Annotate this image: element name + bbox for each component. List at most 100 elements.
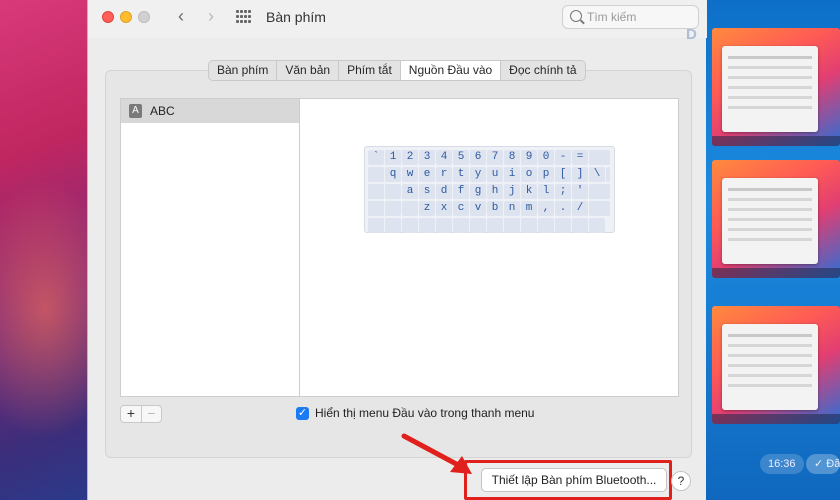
keyboard-key-blank: . — [368, 184, 384, 199]
keyboard-key-blank: . — [572, 218, 588, 233]
keyboard-layout-preview: `1234567890-=.qwertyuiop[]\..asdfghjkl;'… — [364, 146, 615, 233]
keyboard-preferences-window: ‹ › Bàn phím A ABC `1234567890-=.qwertyu… — [87, 0, 707, 500]
keyboard-key: h — [487, 184, 503, 199]
keyboard-key: 1 — [385, 150, 401, 165]
close-window-button[interactable] — [102, 11, 114, 23]
keyboard-preview-pane: `1234567890-=.qwertyuiop[]\..asdfghjkl;'… — [299, 98, 679, 397]
keyboard-key: t — [453, 167, 469, 182]
keyboard-key-blank — [589, 150, 610, 165]
setup-bluetooth-keyboard-button[interactable]: Thiết lập Bàn phím Bluetooth... — [481, 468, 667, 492]
background-thumbnail — [712, 28, 840, 146]
keyboard-key: 2 — [402, 150, 418, 165]
keyboard-key: 6 — [470, 150, 486, 165]
keyboard-key-blank: . — [555, 218, 571, 233]
keyboard-key: j — [504, 184, 520, 199]
search-field[interactable] — [562, 5, 699, 29]
keyboard-key: f — [453, 184, 469, 199]
keyboard-key: 5 — [453, 150, 469, 165]
keyboard-key-blank: . — [402, 201, 418, 216]
input-source-list[interactable]: A ABC — [120, 98, 300, 397]
keyboard-key: d — [436, 184, 452, 199]
keyboard-key-blank: . — [521, 218, 537, 233]
forward-chevron-icon[interactable]: › — [200, 7, 222, 27]
chat-status-badge: ✓ Đã — [806, 454, 840, 474]
background-thumbnail — [712, 306, 840, 424]
tab-input-sources[interactable]: Nguồn Đầu vào — [400, 61, 502, 80]
keyboard-key: o — [521, 167, 537, 182]
search-input[interactable] — [587, 8, 695, 26]
keyboard-key: y — [470, 167, 486, 182]
chat-time-badge: 16:36 — [760, 454, 804, 474]
keyboard-key: i — [504, 167, 520, 182]
keyboard-key: g — [470, 184, 486, 199]
keyboard-key: 9 — [521, 150, 537, 165]
window-title: Bàn phím — [266, 9, 326, 25]
keyboard-key: . — [555, 201, 571, 216]
tab-bar: Bàn phím Văn bản Phím tắt Nguồn Đầu vào … — [208, 60, 586, 81]
keyboard-key: ; — [555, 184, 571, 199]
tab-shortcuts[interactable]: Phím tắt — [339, 61, 401, 80]
keyboard-key: k — [521, 184, 537, 199]
tab-dictation[interactable]: Đọc chính tả — [501, 61, 584, 80]
keyboard-key-blank: . — [385, 201, 401, 216]
tab-keyboard[interactable]: Bàn phím — [209, 61, 278, 80]
keyboard-key: q — [385, 167, 401, 182]
background-thumbnail — [712, 160, 840, 278]
zoom-window-button[interactable] — [138, 11, 150, 23]
keyboard-key: a — [402, 184, 418, 199]
input-source-label: ABC — [150, 104, 175, 118]
keyboard-key-blank: . — [368, 201, 384, 216]
keyboard-key: n — [504, 201, 520, 216]
help-button[interactable]: ? — [671, 471, 691, 491]
keyboard-row: ` 1 2 3 4 5 6 7 8 9 0- = — [368, 150, 611, 166]
keyboard-key-blank: . — [470, 218, 486, 233]
minimize-window-button[interactable] — [120, 11, 132, 23]
show-all-grid-icon[interactable] — [236, 10, 252, 24]
keyboard-key: e — [419, 167, 435, 182]
keyboard-key: m — [521, 201, 537, 216]
keyboard-key-blank: . — [402, 218, 418, 233]
show-input-menu-checkbox[interactable]: ✓ — [296, 407, 309, 420]
keyboard-key: p — [538, 167, 554, 182]
add-input-source-button[interactable]: + — [121, 406, 141, 422]
keyboard-key: ] — [572, 167, 588, 182]
keyboard-key: 4 — [436, 150, 452, 165]
keyboard-key: 0 — [538, 150, 554, 165]
input-sources-panel: A ABC `1234567890-=.qwertyuiop[]\..asdfg… — [105, 70, 692, 458]
add-remove-control: + − — [120, 405, 162, 423]
keyboard-key: b — [487, 201, 503, 216]
remove-input-source-button[interactable]: − — [141, 406, 161, 422]
keyboard-key-blank: . — [368, 167, 384, 182]
keyboard-key: = — [572, 150, 588, 165]
keyboard-key: 7 — [487, 150, 503, 165]
watermark-logo: D — [686, 26, 697, 43]
keyboard-key-blank: . — [419, 218, 435, 233]
back-chevron-icon[interactable]: ‹ — [170, 7, 192, 27]
titlebar: ‹ › Bàn phím — [88, 0, 707, 38]
keyboard-key-blank — [589, 184, 610, 199]
keyboard-key-blank: . — [385, 218, 401, 233]
keyboard-key: z — [419, 201, 435, 216]
keyboard-key: l — [538, 184, 554, 199]
keyboard-key: r — [436, 167, 452, 182]
keyboard-key: 8 — [504, 150, 520, 165]
keyboard-key-blank: . — [589, 218, 605, 233]
keyboard-key: u — [487, 167, 503, 182]
search-icon — [570, 10, 582, 22]
list-item[interactable]: A ABC — [121, 99, 300, 123]
keyboard-key: ' — [572, 184, 588, 199]
keyboard-key-blank: . — [453, 218, 469, 233]
keyboard-key: 3 — [419, 150, 435, 165]
keyboard-key-blank: . — [385, 184, 401, 199]
keyboard-key: , — [538, 201, 554, 216]
keyboard-key-blank: . — [368, 218, 384, 233]
keyboard-key: ` — [368, 150, 384, 165]
keyboard-key-blank — [606, 167, 610, 182]
tab-text[interactable]: Văn bản — [277, 61, 340, 80]
keyboard-key-blank: . — [436, 218, 452, 233]
show-input-menu-label: Hiển thị menu Đầu vào trong thanh menu — [315, 406, 535, 420]
keyboard-key: \ — [589, 167, 605, 182]
keyboard-key-blank — [589, 201, 610, 216]
keyboard-key: x — [436, 201, 452, 216]
keyboard-row: ..asdfghjkl;' — [368, 184, 611, 200]
